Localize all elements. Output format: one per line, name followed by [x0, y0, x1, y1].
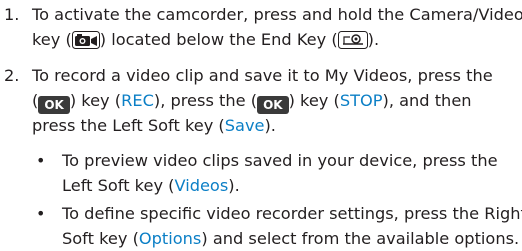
step-2-line-2: (OK) key (REC), press the (OK) key (STOP…	[32, 91, 472, 114]
step-2-line-3: press the Left Soft key (Save).	[32, 116, 276, 135]
step-number: 2.	[4, 66, 20, 85]
videos-label: Videos	[174, 176, 229, 195]
instructions-document: 1. To activate the camcorder, press and …	[0, 0, 522, 251]
bullet-1-line-1: To preview video clips saved in your dev…	[62, 151, 498, 170]
step-1-line-2: key ( ) located below the End Key ( ).	[32, 27, 379, 56]
bullet-2-line-1: To define specific video recorder settin…	[62, 204, 522, 223]
save-label: Save	[224, 116, 265, 135]
ok-key-icon: OK	[257, 96, 289, 114]
bullet-1-line-2: Left Soft key (Videos).	[62, 176, 240, 195]
stop-label: STOP	[339, 91, 383, 110]
bullet-2-line-2: Soft key (Options) and select from the a…	[62, 229, 520, 248]
end-key-icon	[337, 31, 368, 56]
bullet-icon: •	[36, 151, 46, 170]
rec-label: REC	[121, 91, 154, 110]
camera-video-key-icon	[71, 31, 100, 56]
options-label: Options	[138, 229, 202, 248]
ok-key-icon: OK	[38, 96, 70, 114]
step-number: 1.	[4, 5, 20, 24]
step-2-line-1: To record a video clip and save it to My…	[32, 66, 493, 85]
bullet-icon: •	[36, 204, 46, 223]
step-1-line-1: To activate the camcorder, press and hol…	[32, 5, 522, 24]
